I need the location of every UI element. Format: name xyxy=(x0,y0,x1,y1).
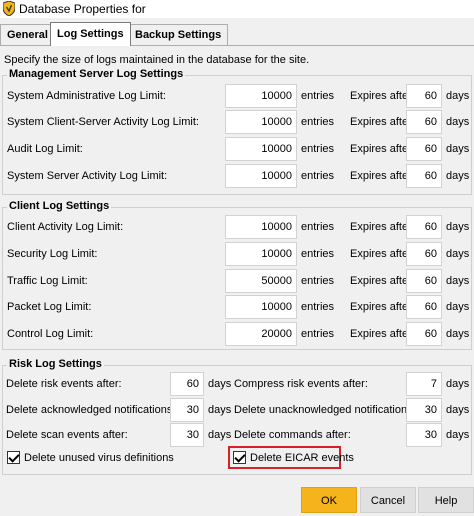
checkbox-label: Delete unused virus definitions xyxy=(24,452,174,464)
risk-days-input[interactable]: 7 xyxy=(406,372,442,396)
expires-days-input[interactable]: 60 xyxy=(406,84,442,108)
log-limit-input[interactable]: 10000 xyxy=(225,84,297,108)
unit-label: entries xyxy=(301,301,335,313)
log-limit-input[interactable]: 10000 xyxy=(225,137,297,161)
row-label: Audit Log Limit: xyxy=(7,143,83,155)
row-label: Client Activity Log Limit: xyxy=(7,221,124,233)
window-title: Database Properties for xyxy=(19,2,146,16)
days-label: days xyxy=(446,116,470,128)
expires-days-input[interactable]: 60 xyxy=(406,269,442,293)
unit-label: entries xyxy=(301,328,335,340)
expires-days-input[interactable]: 60 xyxy=(406,242,442,266)
log-limit-input[interactable]: 10000 xyxy=(225,215,297,239)
row-label: System Server Activity Log Limit: xyxy=(7,170,168,182)
shield-icon xyxy=(3,1,15,16)
unit-label: entries xyxy=(301,90,335,102)
dialog-footer: OK Cancel Help xyxy=(0,481,474,516)
group-title: Client Log Settings xyxy=(7,200,112,212)
row-label: System Client-Server Activity Log Limit: xyxy=(7,116,199,128)
unit-label: entries xyxy=(301,275,335,287)
log-limit-input[interactable]: 10000 xyxy=(225,295,297,319)
days-label: days xyxy=(446,404,470,416)
days-label: days xyxy=(446,378,470,390)
unit-label: entries xyxy=(301,170,335,182)
expires-days-input[interactable]: 60 xyxy=(406,322,442,346)
delete-eicar-events-checkbox[interactable] xyxy=(233,451,246,464)
unit-label: entries xyxy=(301,248,335,260)
risk-row-label: Delete risk events after: xyxy=(6,378,122,390)
risk-days-input[interactable]: 30 xyxy=(170,398,204,422)
tab-backup-settings[interactable]: Backup Settings xyxy=(128,24,229,45)
expires-days-input[interactable]: 60 xyxy=(406,295,442,319)
row-label: Control Log Limit: xyxy=(7,328,94,340)
cancel-button[interactable]: Cancel xyxy=(360,487,416,513)
log-limit-input[interactable]: 20000 xyxy=(225,322,297,346)
delete-unused-definitions-checkbox[interactable] xyxy=(7,451,20,464)
row-label: Packet Log Limit: xyxy=(7,301,92,313)
risk-row-label: Compress risk events after: xyxy=(234,378,368,390)
expires-days-input[interactable]: 60 xyxy=(406,164,442,188)
days-label: days xyxy=(446,143,470,155)
days-label: days xyxy=(208,404,232,416)
days-label: days xyxy=(208,378,232,390)
risk-row-label: Delete commands after: xyxy=(234,429,351,441)
expires-days-input[interactable]: 60 xyxy=(406,137,442,161)
tab-bar: General Log Settings Backup Settings xyxy=(0,22,474,46)
days-label: days xyxy=(446,328,470,340)
log-limit-input[interactable]: 10000 xyxy=(225,110,297,134)
risk-days-input[interactable]: 30 xyxy=(170,423,204,447)
risk-days-input[interactable]: 30 xyxy=(406,398,442,422)
row-label: System Administrative Log Limit: xyxy=(7,90,166,102)
days-label: days xyxy=(208,429,232,441)
log-limit-input[interactable]: 10000 xyxy=(225,164,297,188)
unit-label: entries xyxy=(301,143,335,155)
description-text: Specify the size of logs maintained in t… xyxy=(4,54,310,66)
expires-days-input[interactable]: 60 xyxy=(406,110,442,134)
days-label: days xyxy=(446,170,470,182)
log-limit-input[interactable]: 10000 xyxy=(225,242,297,266)
risk-days-input[interactable]: 60 xyxy=(170,372,204,396)
group-title: Management Server Log Settings xyxy=(7,68,186,80)
days-label: days xyxy=(446,248,470,260)
days-label: days xyxy=(446,90,470,102)
days-label: days xyxy=(446,275,470,287)
days-label: days xyxy=(446,429,470,441)
checkbox-label: Delete EICAR events xyxy=(250,452,354,464)
title-bar: Database Properties for xyxy=(0,0,474,18)
group-title: Risk Log Settings xyxy=(7,358,104,370)
risk-days-input[interactable]: 30 xyxy=(406,423,442,447)
days-label: days xyxy=(446,301,470,313)
ok-button[interactable]: OK xyxy=(301,487,357,513)
unit-label: entries xyxy=(301,221,335,233)
row-label: Security Log Limit: xyxy=(7,248,98,260)
help-button[interactable]: Help xyxy=(418,487,474,513)
unit-label: entries xyxy=(301,116,335,128)
row-label: Traffic Log Limit: xyxy=(7,275,88,287)
tab-log-settings[interactable]: Log Settings xyxy=(50,22,131,46)
expires-days-input[interactable]: 60 xyxy=(406,215,442,239)
days-label: days xyxy=(446,221,470,233)
risk-row-label: Delete scan events after: xyxy=(6,429,128,441)
log-limit-input[interactable]: 50000 xyxy=(225,269,297,293)
tab-general[interactable]: General xyxy=(0,24,55,45)
